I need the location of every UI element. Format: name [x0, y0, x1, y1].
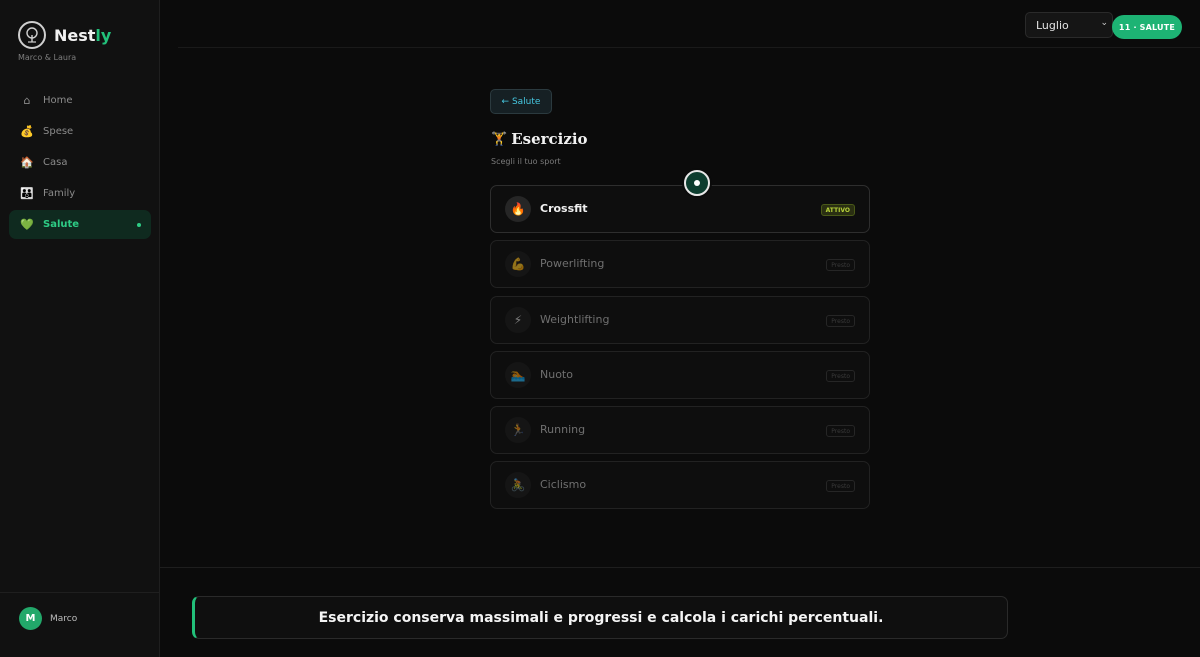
sidebar-item-label: Salute: [43, 219, 80, 230]
back-button[interactable]: ← Salute: [490, 89, 552, 114]
fire-icon: 🔥: [505, 196, 531, 222]
sport-name: Powerlifting: [540, 257, 605, 270]
family-icon: 👪: [20, 187, 34, 200]
money-bag-icon: 💰: [20, 125, 34, 138]
status-badge: Presto: [826, 370, 855, 382]
status-badge: Presto: [826, 315, 855, 327]
cursor-indicator: [684, 170, 710, 196]
tree-logo-icon: [18, 21, 46, 49]
section-badge: 11 · SALUTE: [1112, 15, 1182, 39]
user-name: Marco: [50, 613, 78, 624]
sport-name: Nuoto: [540, 368, 573, 381]
sport-card-weightlifting[interactable]: ⚡ Weightlifting Presto: [490, 296, 870, 344]
divider: [160, 567, 1200, 568]
home-icon: ⌂: [23, 94, 31, 107]
status-badge: Presto: [826, 425, 855, 437]
sport-card-crossfit[interactable]: 🔥 Crossfit ATTIVO: [490, 185, 870, 233]
brand-name-accent: ly: [95, 25, 112, 45]
topbar-divider: [178, 47, 1200, 48]
sidebar-item-spese[interactable]: 💰 Spese: [9, 117, 151, 146]
house-icon: 🏠: [20, 156, 34, 169]
caption-banner: Esercizio conserva massimali e progressi…: [192, 596, 1008, 639]
page-subtitle: Scegli il tuo sport: [491, 157, 561, 166]
sidebar-item-home[interactable]: ⌂ Home: [9, 86, 151, 115]
sidebar-item-salute[interactable]: 💚 Salute: [9, 210, 151, 239]
runner-icon: 🏃: [505, 417, 531, 443]
weightlifter-icon: 🏋: [491, 131, 508, 147]
cursor-indicator-core: [694, 180, 700, 186]
sidebar: Nestly Marco & Laura ⌂ Home 💰 Spese 🏠 Ca…: [0, 0, 160, 657]
status-badge: Presto: [826, 480, 855, 492]
household-subtitle: Marco & Laura: [18, 53, 77, 62]
status-badge: ATTIVO: [820, 204, 855, 216]
sport-name: Ciclismo: [540, 478, 587, 491]
sport-card-ciclismo[interactable]: 🚴 Ciclismo Presto: [490, 461, 870, 509]
brand[interactable]: Nestly: [18, 21, 111, 49]
cyclist-icon: 🚴: [505, 472, 531, 498]
chevron-down-icon: ⌄: [1100, 18, 1108, 28]
lightning-icon: ⚡: [505, 307, 531, 333]
sport-card-running[interactable]: 🏃 Running Presto: [490, 406, 870, 454]
sidebar-nav: ⌂ Home 💰 Spese 🏠 Casa 👪 Family 💚 Salute: [9, 86, 151, 241]
page-title-text: Esercizio: [511, 130, 588, 148]
avatar: M: [19, 607, 42, 630]
month-select[interactable]: Luglio ⌄: [1025, 12, 1113, 38]
swimmer-icon: 🏊: [505, 362, 531, 388]
user-profile[interactable]: M Marco: [19, 607, 77, 630]
sidebar-item-label: Spese: [43, 126, 74, 137]
sport-name: Crossfit: [540, 202, 588, 215]
sport-name: Weightlifting: [540, 313, 610, 326]
green-heart-icon: 💚: [20, 218, 34, 231]
sport-card-nuoto[interactable]: 🏊 Nuoto Presto: [490, 351, 870, 399]
sidebar-item-label: Casa: [43, 157, 68, 168]
sidebar-item-casa[interactable]: 🏠 Casa: [9, 148, 151, 177]
sidebar-item-label: Family: [43, 188, 76, 199]
brand-name: Nestly: [54, 26, 111, 45]
sport-name: Running: [540, 423, 586, 436]
flexed-biceps-icon: 💪: [505, 251, 531, 277]
divider: [0, 592, 159, 593]
sidebar-item-family[interactable]: 👪 Family: [9, 179, 151, 208]
month-select-value: Luglio: [1036, 18, 1069, 32]
active-indicator-dot: [137, 223, 141, 227]
status-badge: Presto: [826, 259, 855, 271]
brand-name-prefix: Nest: [54, 25, 96, 45]
sport-card-powerlifting[interactable]: 💪 Powerlifting Presto: [490, 240, 870, 288]
sidebar-item-label: Home: [43, 95, 73, 106]
page-title: 🏋 Esercizio: [491, 130, 588, 148]
